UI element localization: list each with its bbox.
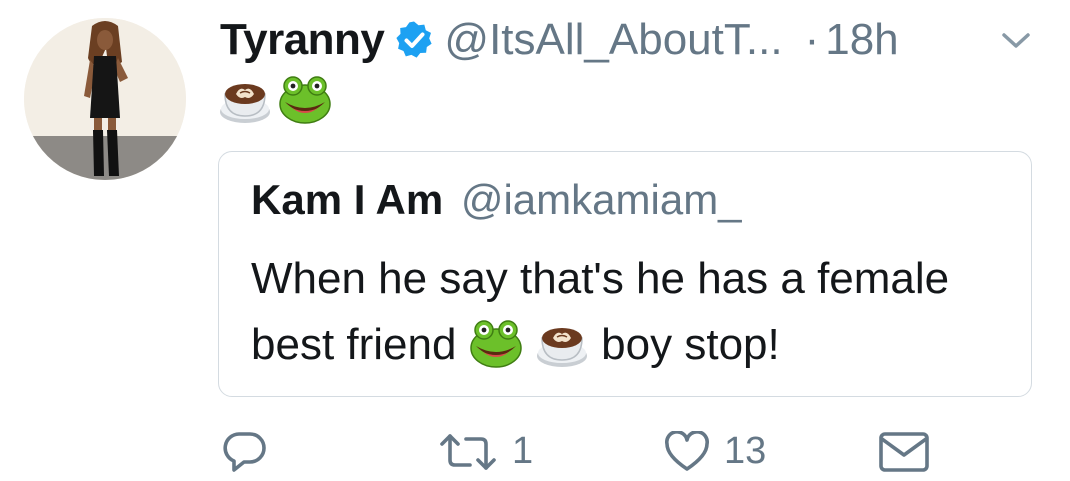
- display-name[interactable]: Tyranny: [220, 15, 385, 65]
- coffee-latte-emoji: [220, 84, 270, 123]
- quoted-tweet-header: Kam I Am @iamkamiam_: [251, 176, 742, 224]
- retweet-count: 1: [512, 430, 534, 472]
- retweet-icon: [440, 433, 496, 470]
- quoted-tweet-text: When he say that's he has a female best …: [251, 246, 1011, 378]
- tweet-body: [218, 72, 332, 126]
- separator-dot: ·: [804, 15, 820, 64]
- like-button[interactable]: 13: [664, 430, 766, 473]
- timestamp[interactable]: 18h: [825, 15, 898, 65]
- handle[interactable]: @ItsAll_AboutT...: [444, 15, 782, 65]
- quoted-display-name: Kam I Am: [251, 176, 444, 223]
- reply-icon: [223, 432, 266, 472]
- direct-message-button[interactable]: [878, 430, 930, 474]
- chevron-down-icon[interactable]: [998, 26, 1034, 54]
- quoted-text-part2: boy stop!: [601, 320, 780, 369]
- tweet-actions: 1 13: [0, 430, 1070, 480]
- avatar-photo: [24, 18, 186, 180]
- like-icon: [665, 430, 709, 471]
- coffee-latte-emoji: [536, 328, 587, 368]
- verified-badge-icon: [396, 21, 433, 58]
- quoted-handle: @iamkamiam_: [460, 176, 742, 223]
- quoted-tweet-card[interactable]: Kam I Am @iamkamiam_ When he say that's …: [218, 151, 1032, 397]
- frog-face-emoji: [279, 76, 331, 124]
- frog-face-emoji: [469, 320, 522, 369]
- retweet-button[interactable]: 1: [438, 430, 533, 473]
- tweet-header: Tyranny @ItsAll_AboutT... · 18h: [220, 12, 899, 68]
- direct-message-icon: [879, 432, 929, 472]
- avatar[interactable]: [24, 18, 186, 180]
- like-count: 13: [724, 430, 767, 472]
- reply-button[interactable]: [222, 430, 282, 474]
